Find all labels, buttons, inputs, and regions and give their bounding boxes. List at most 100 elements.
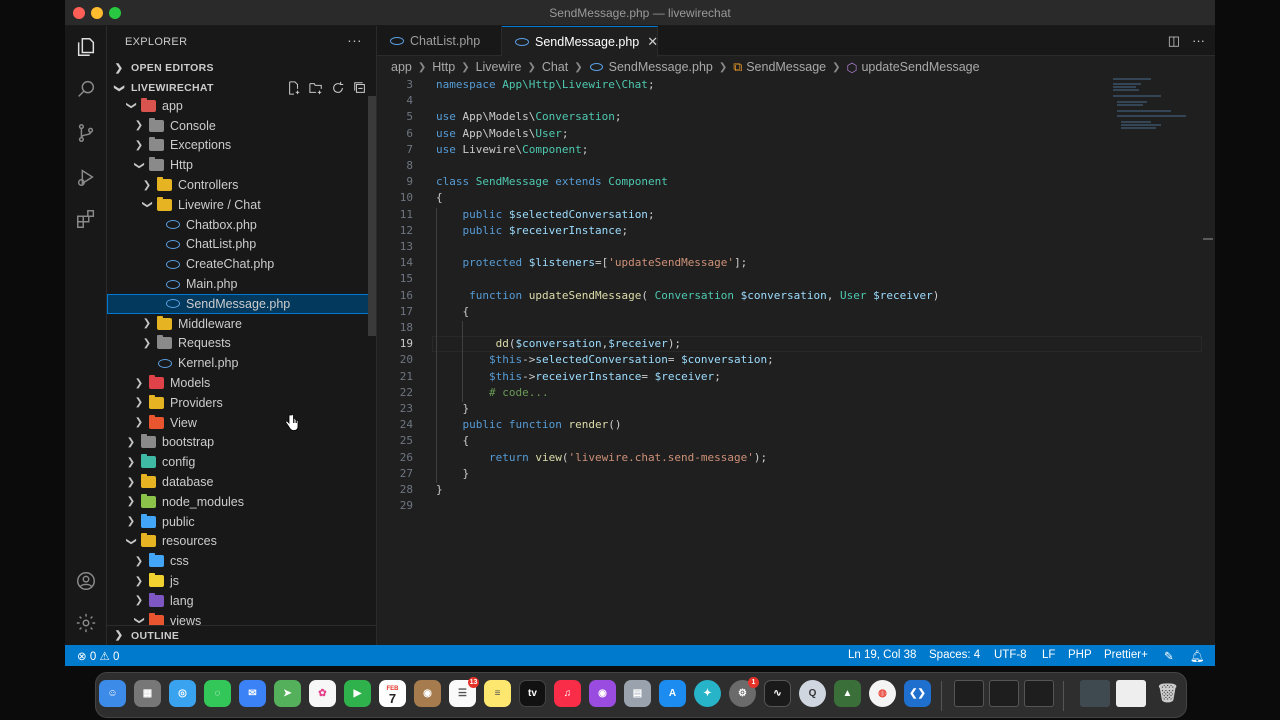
end-of-line[interactable]: LF <box>1042 649 1055 661</box>
breadcrumb-item[interactable]: SendMessage.php <box>609 60 713 74</box>
reminders-icon[interactable]: ☰ 13 <box>449 677 479 707</box>
more-actions-icon[interactable]: ··· <box>1192 33 1205 49</box>
close-tab-icon[interactable]: ✕ <box>647 34 658 50</box>
breadcrumb-item[interactable]: updateSendMessage <box>861 60 979 74</box>
reminders-badge: 13 <box>468 677 479 688</box>
podcasts-icon[interactable]: ◉ <box>589 680 616 707</box>
tree-folder[interactable]: ❯ Exceptions <box>107 136 376 156</box>
new-folder-icon[interactable] <box>308 80 324 96</box>
vscode-icon[interactable]: ❮❯ <box>904 680 931 707</box>
tree-folder[interactable]: ❯ Controllers <box>107 175 376 195</box>
tree-file[interactable]: ❯CreateChat.php <box>107 254 376 274</box>
breadcrumb-item[interactable]: Chat <box>542 60 568 74</box>
account-icon[interactable] <box>73 568 99 594</box>
trash-icon[interactable]: 🗑︎ <box>1154 680 1181 707</box>
tree-folder[interactable]: ❯ node_modules <box>107 492 376 512</box>
messages-icon[interactable]: ◌ <box>204 680 231 707</box>
launchpad-icon[interactable]: ▦ <box>134 680 161 707</box>
source-control-icon[interactable] <box>73 120 99 146</box>
minimap[interactable] <box>1111 76 1201 136</box>
terminal-window-thumbnail[interactable] <box>1024 680 1054 707</box>
dock-divider <box>941 681 942 711</box>
tree-folder[interactable]: ❯ bootstrap <box>107 433 376 453</box>
manage-gear-icon[interactable] <box>73 610 99 636</box>
refresh-icon[interactable] <box>330 80 346 96</box>
calendar-icon[interactable]: FEB 7 <box>379 680 406 707</box>
new-file-icon[interactable] <box>286 80 302 96</box>
more-actions-icon[interactable]: ··· <box>347 32 362 48</box>
breadcrumb-item[interactable]: SendMessage <box>746 60 826 74</box>
chrome-icon[interactable]: ◍ <box>869 680 896 707</box>
app-store-icon[interactable]: A <box>659 680 686 707</box>
code-token: $listeners <box>528 256 595 270</box>
collapse-all-icon[interactable] <box>352 80 368 96</box>
window-thumbnail[interactable] <box>1116 680 1146 707</box>
tree-file[interactable]: ❯Chatbox.php <box>107 215 376 235</box>
facetime-icon[interactable]: ▶ <box>344 680 371 707</box>
database-icon[interactable]: ▤ <box>624 680 651 707</box>
language-mode[interactable]: PHP <box>1068 649 1092 661</box>
tree-folder[interactable]: ❯ Requests <box>107 334 376 354</box>
tree-file[interactable]: ❯Kernel.php <box>107 353 376 373</box>
tree-folder[interactable]: ❯ View <box>107 413 376 433</box>
indent-guide <box>436 207 437 483</box>
outline-section[interactable]: ❯ OUTLINE <box>107 625 376 645</box>
project-section[interactable]: ❯ LIVEWIRECHAT <box>107 78 376 98</box>
terminal-window-thumbnail[interactable] <box>989 680 1019 707</box>
open-editors-section[interactable]: ❯ OPEN EDITORS <box>107 58 376 78</box>
tab-sendmessage[interactable]: SendMessage.php ✕ <box>502 26 658 57</box>
tree-folder[interactable]: ❯ Middleware <box>107 314 376 334</box>
tree-folder[interactable]: ❯ Models <box>107 373 376 393</box>
window-thumbnail[interactable] <box>1080 680 1110 707</box>
contacts-icon[interactable]: ◉ <box>414 680 441 707</box>
breadcrumb-item[interactable]: app <box>391 60 412 74</box>
music-icon[interactable]: ♫ <box>554 680 581 707</box>
tree-folder[interactable]: ❯ database <box>107 472 376 492</box>
formatter[interactable]: Prettier+ <box>1104 649 1148 661</box>
tree-folder[interactable]: ❯ app <box>107 96 376 116</box>
tree-folder[interactable]: ❯ resources <box>107 532 376 552</box>
breadcrumb-item[interactable]: Http <box>432 60 455 74</box>
folder-icon <box>141 474 156 489</box>
tree-file[interactable]: ❯ChatList.php <box>107 235 376 255</box>
cursor-position[interactable]: Ln 19, Col 38 <box>848 649 916 661</box>
tree-folder[interactable]: ❯ Providers <box>107 393 376 413</box>
system-settings-icon[interactable]: ⚙ 1 <box>729 677 759 707</box>
encoding[interactable]: UTF-8 <box>994 649 1027 661</box>
mail-icon[interactable]: ✉ <box>239 680 266 707</box>
tree-folder[interactable]: ❯ js <box>107 571 376 591</box>
tree-folder[interactable]: ❯ config <box>107 452 376 472</box>
trading-app-icon[interactable]: ▲ <box>834 680 861 707</box>
tab-chatlist[interactable]: ChatList.php <box>377 26 502 56</box>
tree-folder[interactable]: ❯ public <box>107 512 376 532</box>
tree-folder[interactable]: ❯ Http <box>107 155 376 175</box>
folder-icon <box>149 375 164 390</box>
breadcrumb-item[interactable]: Livewire <box>476 60 522 74</box>
compass-icon[interactable]: ✦ <box>694 680 721 707</box>
sidebar-scrollbar[interactable] <box>368 96 376 336</box>
feedback-icon[interactable]: ✎ <box>1164 649 1174 663</box>
notes-icon[interactable]: ≡ <box>484 680 511 707</box>
split-editor-icon[interactable]: ◫ <box>1168 33 1180 49</box>
quicktime-icon[interactable]: Q <box>799 680 826 707</box>
tree-folder[interactable]: ❯ lang <box>107 591 376 611</box>
tree-folder[interactable]: ❯ Console <box>107 116 376 136</box>
tree-folder[interactable]: ❯ Livewire / Chat <box>107 195 376 215</box>
indentation[interactable]: Spaces: 4 <box>929 649 980 661</box>
tree-file[interactable]: ❯Main.php <box>107 274 376 294</box>
activity-monitor-icon[interactable]: ∿ <box>764 680 791 707</box>
notifications-bell-icon[interactable]: 🔔︎ <box>1190 649 1205 663</box>
tree-file[interactable]: ❯SendMessage.php <box>107 293 376 314</box>
tree-folder[interactable]: ❯ css <box>107 551 376 571</box>
search-icon[interactable] <box>73 76 99 102</box>
terminal-window-thumbnail[interactable] <box>954 680 984 707</box>
photos-icon[interactable]: ✿ <box>309 680 336 707</box>
run-debug-icon[interactable] <box>73 164 99 190</box>
safari-icon[interactable]: ◎ <box>169 680 196 707</box>
extensions-icon[interactable] <box>73 206 99 232</box>
apple-tv-icon[interactable]: tv <box>519 680 546 707</box>
explorer-icon[interactable] <box>73 34 99 60</box>
finder-icon[interactable]: ☺ <box>99 680 126 707</box>
problems-indicator[interactable]: ⊗ 0 ⚠ 0 <box>77 649 119 663</box>
maps-icon[interactable]: ➤ <box>274 680 301 707</box>
